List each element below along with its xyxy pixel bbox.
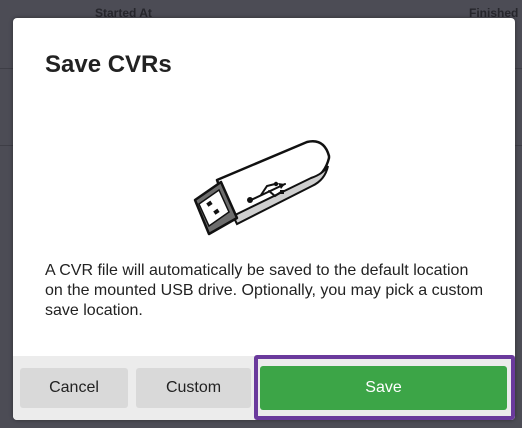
save-button[interactable]: Save [260, 366, 507, 410]
save-cvrs-modal: Save CVRs A CVR file will automatically … [13, 18, 515, 420]
usb-drive-icon [193, 140, 331, 236]
modal-title: Save CVRs [45, 51, 172, 78]
modal-description: A CVR file will automatically be saved t… [45, 262, 484, 319]
cancel-button[interactable]: Cancel [20, 368, 128, 408]
custom-button[interactable]: Custom [136, 368, 251, 408]
